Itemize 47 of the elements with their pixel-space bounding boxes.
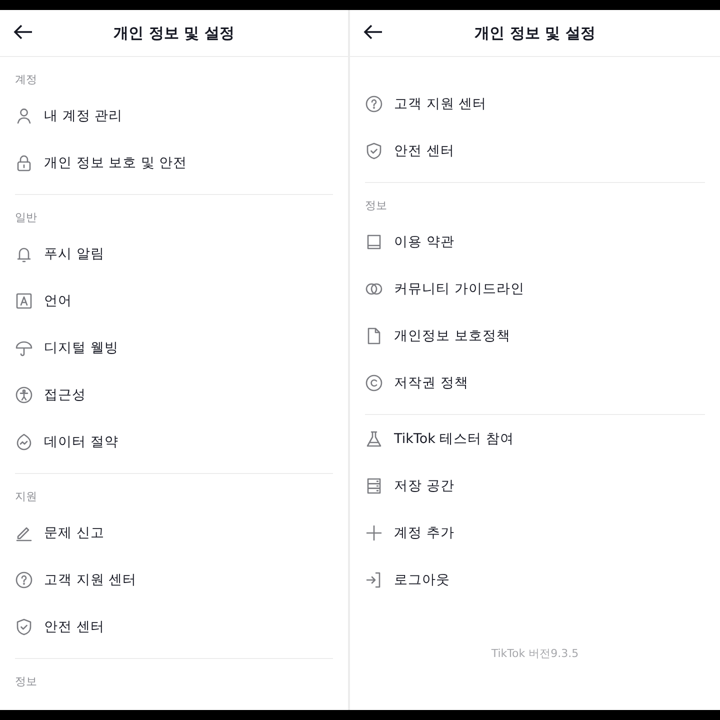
storage-icon [365,476,383,494]
settings-item[interactable]: 계정 추가 [350,509,720,556]
back-button[interactable] [363,23,385,41]
screen-title: 개인 정보 및 설정 [474,24,596,42]
accessibility-icon [15,386,33,404]
settings-item[interactable]: 접근성 [0,371,348,418]
umbrella-icon [15,338,33,356]
back-button[interactable] [13,23,35,41]
section-label: 일반 [14,210,38,226]
flask-icon [365,430,383,448]
version-text: TikTok 버전9.3.5 [490,646,580,661]
lock-icon [15,154,33,172]
settings-item[interactable]: 내 계정 관리 [0,92,348,139]
settings-item[interactable]: 이용 약관 [350,218,720,265]
data-saver-icon [15,432,33,450]
section-label: 정보 [364,198,388,214]
settings-item[interactable]: 언어 [0,277,348,324]
settings-item[interactable]: 커뮤니티 가이드라인 [350,265,720,312]
logout-icon [365,570,383,588]
settings-item[interactable]: 저작권 정책 [350,359,720,406]
letter-a-icon [15,292,33,310]
settings-item[interactable]: 디지털 웰빙 [0,324,348,371]
settings-item[interactable]: 데이터 절약 [0,418,348,465]
settings-item[interactable]: 문제 신고 [0,509,348,556]
shield-icon [365,142,383,160]
screen-title: 개인 정보 및 설정 [114,24,234,42]
settings-item[interactable]: 개인 정보 보호 및 안전 [0,139,348,186]
copyright-icon [365,374,383,392]
settings-item[interactable]: TikTok 테스터 참여 [350,415,720,462]
settings-item[interactable]: 개인정보 보호정책 [350,312,720,359]
book-icon [365,232,383,250]
plus-icon [365,524,383,542]
settings-item[interactable]: 고객 지원 센터 [0,556,348,603]
settings-item[interactable]: 고객 지원 센터 [350,80,720,127]
settings-item[interactable]: 저장 공간 [350,462,720,509]
section-label: 정보 [14,674,38,690]
shield-icon [15,618,33,636]
settings-item[interactable]: 안전 센터 [350,127,720,174]
settings-item[interactable]: 안전 센터 [0,603,348,650]
document-icon [365,326,383,344]
person-icon [15,106,33,124]
help-icon [15,570,33,588]
settings-item[interactable]: 로그아웃 [350,556,720,603]
help-icon [365,94,383,112]
settings-item[interactable]: 푸시 알림 [0,230,348,277]
section-label: 계정 [14,72,38,88]
section-label: 지원 [14,489,38,505]
